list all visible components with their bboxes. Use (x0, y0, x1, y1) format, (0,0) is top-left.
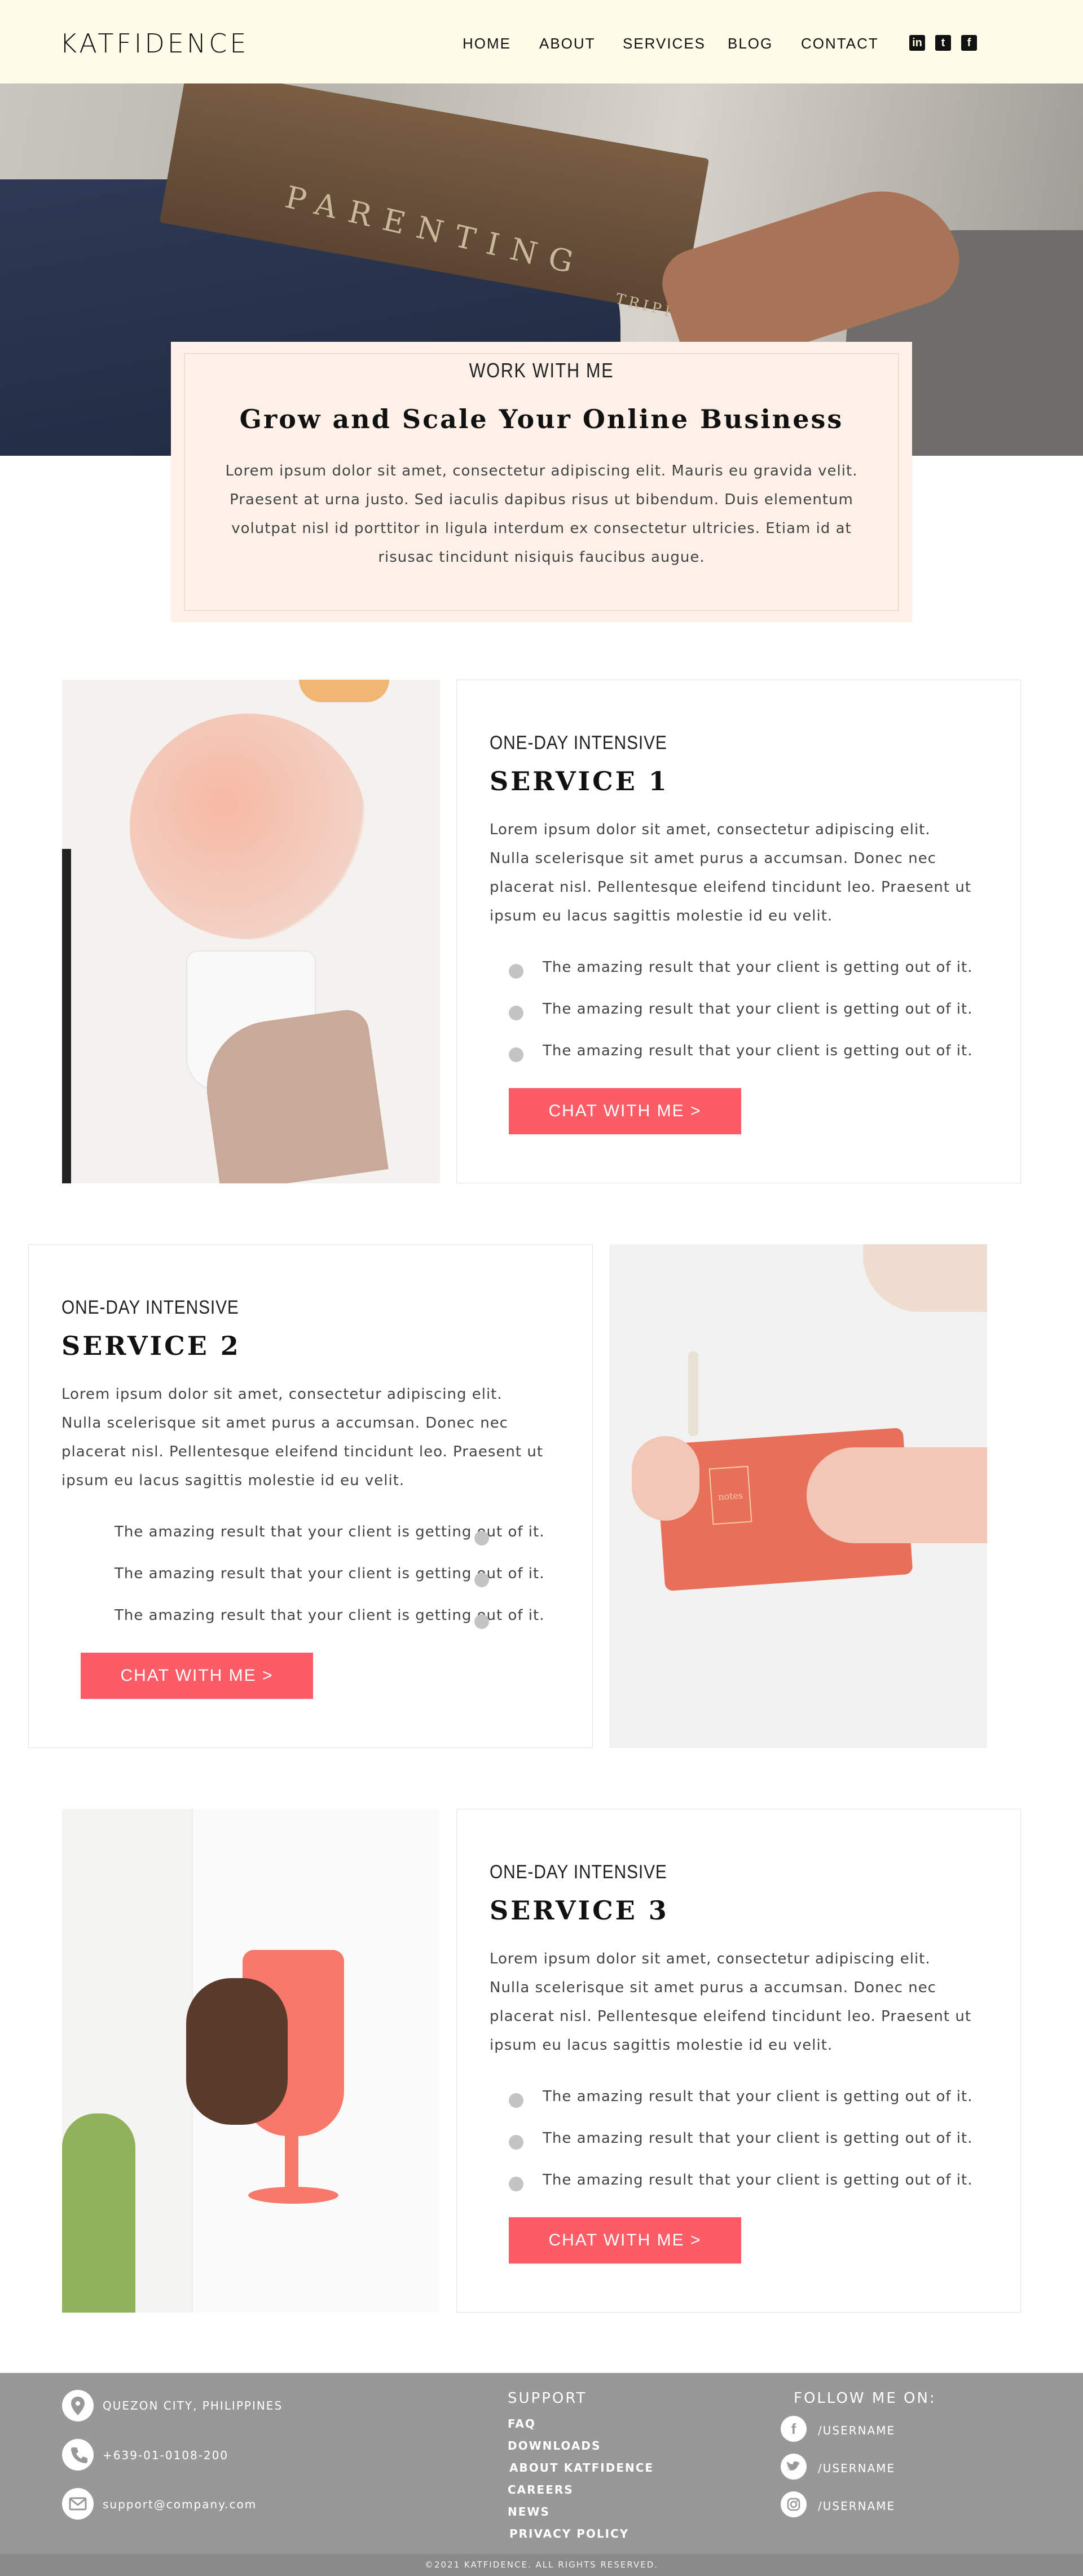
service-1-bullet-3: The amazing result that your client is g… (543, 1042, 973, 1059)
service-3-card: ONE-DAY INTENSIVE SERVICE 3 Lorem ipsum … (456, 1809, 1021, 2313)
site-logo[interactable]: KATFIDENCE (60, 28, 249, 59)
footer-email[interactable]: support@company.com (103, 2498, 257, 2511)
service-2-image: notes (609, 1244, 987, 1748)
chat-with-me-button[interactable]: CHAT WITH ME > (509, 1088, 741, 1134)
nav-blog[interactable]: BLOG (728, 35, 773, 52)
copyright: ©2021 KATFIDENCE. ALL RIGHTS RESERVED. (0, 2554, 1083, 2576)
service-1-image (62, 680, 440, 1183)
linkedin-icon[interactable]: in (909, 35, 925, 51)
footer-link-faq[interactable]: FAQ (508, 2417, 536, 2430)
instagram-username[interactable]: /USERNAME (818, 2499, 895, 2513)
service-3-body: Lorem ipsum dolor sit amet, consectetur … (490, 1950, 972, 2054)
service-3-image (62, 1809, 440, 2313)
notebook-label: notes (708, 1465, 752, 1525)
intro-card: WORK WITH ME Grow and Scale Your Online … (171, 342, 912, 622)
tumblr-icon[interactable]: t (935, 35, 951, 51)
footer-link-news[interactable]: NEWS (508, 2505, 550, 2518)
facebook-username[interactable]: /USERNAME (818, 2424, 895, 2437)
footer-link-privacy[interactable]: PRIVACY POLICY (509, 2527, 629, 2540)
footer-address: QUEZON CITY, PHILIPPINES (103, 2399, 283, 2412)
service-2-eyebrow: ONE-DAY INTENSIVE (61, 1297, 239, 1318)
site-footer: QUEZON CITY, PHILIPPINES +639-01-0108-20… (0, 2373, 1083, 2554)
footer-link-about[interactable]: ABOUT KATFIDENCE (509, 2461, 654, 2474)
service-1-body: Lorem ipsum dolor sit amet, consectetur … (490, 821, 972, 924)
bullet-icon (509, 1006, 523, 1020)
site-header: KATFIDENCE HOME ABOUT SERVICES BLOG CONT… (0, 0, 1083, 83)
bullet-icon (509, 2135, 523, 2150)
nav-about[interactable]: ABOUT (539, 35, 596, 52)
service-2-card: ONE-DAY INTENSIVE SERVICE 2 Lorem ipsum … (28, 1244, 593, 1748)
service-3-bullet-2: The amazing result that your client is g… (543, 2130, 973, 2147)
footer-phone[interactable]: +639-01-0108-200 (103, 2449, 228, 2462)
service-1-bullet-1: The amazing result that your client is g… (543, 959, 973, 976)
service-1-eyebrow: ONE-DAY INTENSIVE (490, 732, 667, 754)
bullet-icon (509, 2093, 523, 2108)
service-1-card: ONE-DAY INTENSIVE SERVICE 1 Lorem ipsum … (456, 680, 1021, 1183)
bullet-icon (474, 1573, 489, 1587)
facebook-icon[interactable]: f (781, 2416, 807, 2442)
support-heading: SUPPORT (508, 2390, 587, 2407)
service-3-bullet-1: The amazing result that your client is g… (543, 2088, 973, 2105)
twitter-username[interactable]: /USERNAME (818, 2461, 895, 2475)
footer-link-careers[interactable]: CAREERS (508, 2483, 574, 2496)
bullet-icon (509, 2177, 523, 2191)
intro-title: Grow and Scale Your Online Business (239, 404, 844, 434)
nav-home[interactable]: HOME (463, 35, 511, 52)
service-3-bullet-3: The amazing result that your client is g… (543, 2172, 973, 2189)
intro-body: Lorem ipsum dolor sit amet, consectetur … (225, 463, 858, 566)
footer-link-downloads[interactable]: DOWNLOADS (508, 2439, 601, 2452)
bullet-icon (509, 964, 523, 979)
bullet-icon (474, 1614, 489, 1629)
service-1-bullet-2: The amazing result that your client is g… (543, 1001, 973, 1018)
service-2-body: Lorem ipsum dolor sit amet, consectetur … (61, 1386, 544, 1489)
service-3-eyebrow: ONE-DAY INTENSIVE (490, 1861, 667, 1883)
instagram-icon[interactable] (781, 2491, 807, 2517)
service-2-title: SERVICE 2 (61, 1331, 241, 1361)
follow-heading: FOLLOW ME ON: (794, 2390, 936, 2407)
facebook-icon[interactable]: f (961, 35, 977, 51)
chat-with-me-button[interactable]: CHAT WITH ME > (509, 2217, 741, 2264)
nav-contact[interactable]: CONTACT (801, 35, 879, 52)
location-pin-icon (62, 2390, 94, 2421)
phone-icon (62, 2439, 94, 2471)
nav-services[interactable]: SERVICES (623, 35, 706, 52)
chat-with-me-button[interactable]: CHAT WITH ME > (81, 1653, 313, 1699)
bullet-icon (474, 1531, 489, 1545)
mail-icon (62, 2488, 94, 2520)
twitter-icon[interactable] (781, 2454, 807, 2480)
service-1-title: SERVICE 1 (490, 766, 669, 796)
service-3-title: SERVICE 3 (490, 1895, 669, 1926)
intro-eyebrow: WORK WITH ME (469, 359, 614, 382)
bullet-icon (509, 1047, 523, 1062)
